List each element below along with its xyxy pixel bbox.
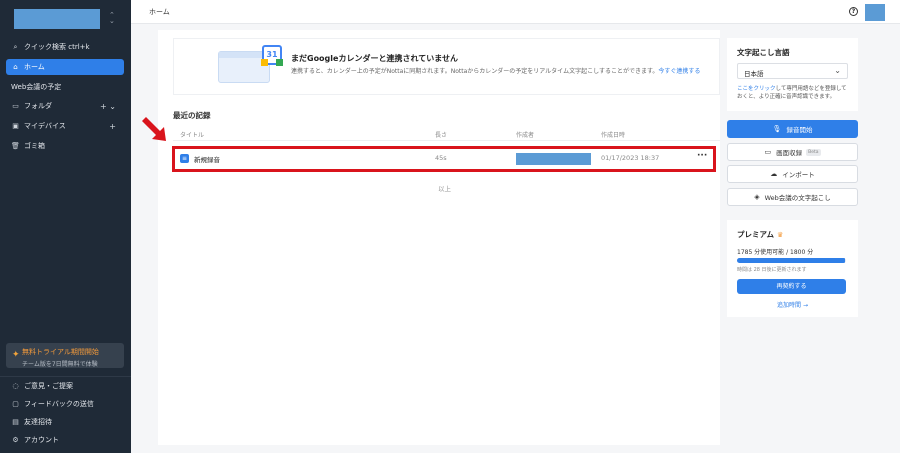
trial-banner[interactable]: ✦ 無料トライアル期間開始 チーム版を7日間無料で体験 [6,343,124,368]
sidebar-item-web-meetings[interactable]: Web会議の予定 [6,79,124,95]
trash-icon: 🗑 [11,142,20,150]
gear-icon: ⚙ [12,436,19,444]
chevron-down-icon: ⌄ [834,66,841,75]
web-meeting-transcribe-button[interactable]: ◈ Web会議の文字起こし [727,188,858,206]
sidebar-item-label: フィードバックの送信 [24,400,94,408]
sidebar-item-label: アカウント [24,436,59,444]
language-title: 文字起こし言語 [737,48,790,57]
connect-calendar-link[interactable]: 今すぐ連携する [658,68,700,75]
camera-icon: ▭ [764,148,772,156]
column-title[interactable]: タイトル [180,130,204,139]
add-device-icon[interactable]: + [109,122,116,131]
gift-icon: ▤ [12,418,19,426]
trial-title: 無料トライアル期間開始 [22,348,99,356]
sidebar-item-feedback[interactable]: ▢ フィードバックの送信 [6,396,124,412]
language-note: ここをクリックして専門用語などを登録しておくと、より正確に音声認識できます。 [737,85,852,101]
column-author[interactable]: 作成者 [516,130,534,139]
sidebar-item-label: マイデバイス [24,122,66,130]
sidebar-item-suggestions[interactable]: ◌ ご意見・ご提案 [6,378,124,394]
beta-badge: Beta [806,148,821,156]
row-highlight-box [172,146,716,172]
list-end-label: 以上 [438,185,451,193]
quick-search[interactable]: ⌕ クイック検索 ctrl+k [6,39,124,55]
microphone-icon: 🎙 [772,125,782,133]
sparkle-icon: ✦ [12,350,20,360]
feedback-icon: ▢ [12,400,19,408]
premium-title-text: プレミアム [737,230,774,239]
sidebar-item-folders[interactable]: ▭ フォルダ + ⌄ [6,98,124,114]
sidebar-item-label: 友達招待 [24,418,52,426]
table-header: タイトル 長さ 作成者 作成日時 [173,127,720,141]
sidebar-item-label: ゴミ箱 [24,142,45,150]
workspace-selector[interactable] [14,9,100,29]
add-folder-icon[interactable]: + ⌄ [100,102,116,111]
web-meeting-icon: ◈ [754,193,760,201]
trial-subtitle: チーム版を7日間無料で体験 [22,361,98,368]
sidebar-item-invite[interactable]: ▤ 友達招待 [6,414,124,430]
import-label: インポート [782,171,815,179]
search-icon: ⌕ [13,42,18,51]
help-icon[interactable]: ? [849,7,858,16]
sidebar: ⌃ ⌄ ⌕ クイック検索 ctrl+k ⌂ ホーム Web会議の予定 ▭ フォルダ… [0,0,131,453]
banner-description: 連携すると、カレンダー上の予定がNottaに同期されます。Nottaからカレンダ… [291,67,709,76]
folder-icon: ▭ [12,102,19,110]
banner-title: まだGoogleカレンダーと連携されていません [291,54,458,63]
sidebar-divider [0,376,131,377]
sidebar-item-label: ご意見・ご提案 [24,382,73,390]
google-calendar-icon: 31 [261,45,283,66]
usage-progress-fill [737,258,845,263]
pointer-arrow-icon [142,117,166,141]
sidebar-item-my-devices[interactable]: ▣ マイデバイス + [6,118,124,134]
transcription-language-panel: 文字起こし言語 日本語 ⌄ ここをクリックして専門用語などを登録しておくと、より… [727,38,858,111]
usage-progress-bar [737,258,846,263]
sidebar-item-label: ホーム [24,63,45,71]
sidebar-item-account[interactable]: ⚙ アカウント [6,432,124,448]
breadcrumb: ホーム [149,8,170,16]
premium-panel: プレミアム ♛ 1785 分使用可能 / 1800 分 時間は 28 日後に更新さ… [727,220,858,317]
start-recording-label: 録音開始 [786,126,813,134]
custom-terms-link[interactable]: ここをクリック [737,86,776,92]
column-created[interactable]: 作成日時 [601,130,625,139]
banner-desc-text: 連携すると、カレンダー上の予定がNottaに同期されます。Nottaからカレンダ… [291,68,659,75]
screen-record-button[interactable]: ▭ 画面収録 Beta [727,143,858,161]
import-button[interactable]: ☁ インポート [727,165,858,183]
calendar-illustration: 31 [218,45,286,89]
language-value: 日本語 [744,70,764,78]
avatar[interactable] [865,4,885,21]
device-icon: ▣ [12,122,19,130]
update-note: 時間は 28 日後に更新されます [737,267,807,273]
calendar-banner: 31 まだGoogleカレンダーと連携されていません 連携すると、カレンダー上の… [173,38,720,95]
premium-title: プレミアム ♛ [737,229,783,240]
workspace-switch-icon[interactable]: ⌃ ⌄ [109,12,115,25]
crown-icon: ♛ [776,231,784,239]
column-length[interactable]: 長さ [435,130,447,139]
sidebar-item-label: Web会議の予定 [11,83,62,91]
add-time-link[interactable]: 追加時間 → [727,300,858,309]
recent-title: 最近の記録 [173,111,211,120]
sidebar-item-home[interactable]: ⌂ ホーム [6,59,124,75]
screen-record-label: 画面収録 [776,149,803,157]
sidebar-item-trash[interactable]: 🗑 ゴミ箱 [6,138,124,154]
language-select[interactable]: 日本語 ⌄ [737,63,848,79]
usage-text: 1785 分使用可能 / 1800 分 [737,249,814,256]
lightbulb-icon: ◌ [12,382,19,390]
renew-button[interactable]: 再契約する [737,279,846,294]
web-meeting-label: Web会議の文字起こし [764,194,831,202]
cloud-upload-icon: ☁ [770,170,778,178]
main-panel: 31 まだGoogleカレンダーと連携されていません 連携すると、カレンダー上の… [158,30,720,445]
sidebar-item-label: フォルダ [24,102,52,110]
home-icon: ⌂ [13,63,18,71]
start-recording-button[interactable]: 🎙 録音開始 [727,120,858,138]
top-bar: ホーム ? [131,0,900,24]
quick-search-label: クイック検索 ctrl+k [24,43,90,51]
